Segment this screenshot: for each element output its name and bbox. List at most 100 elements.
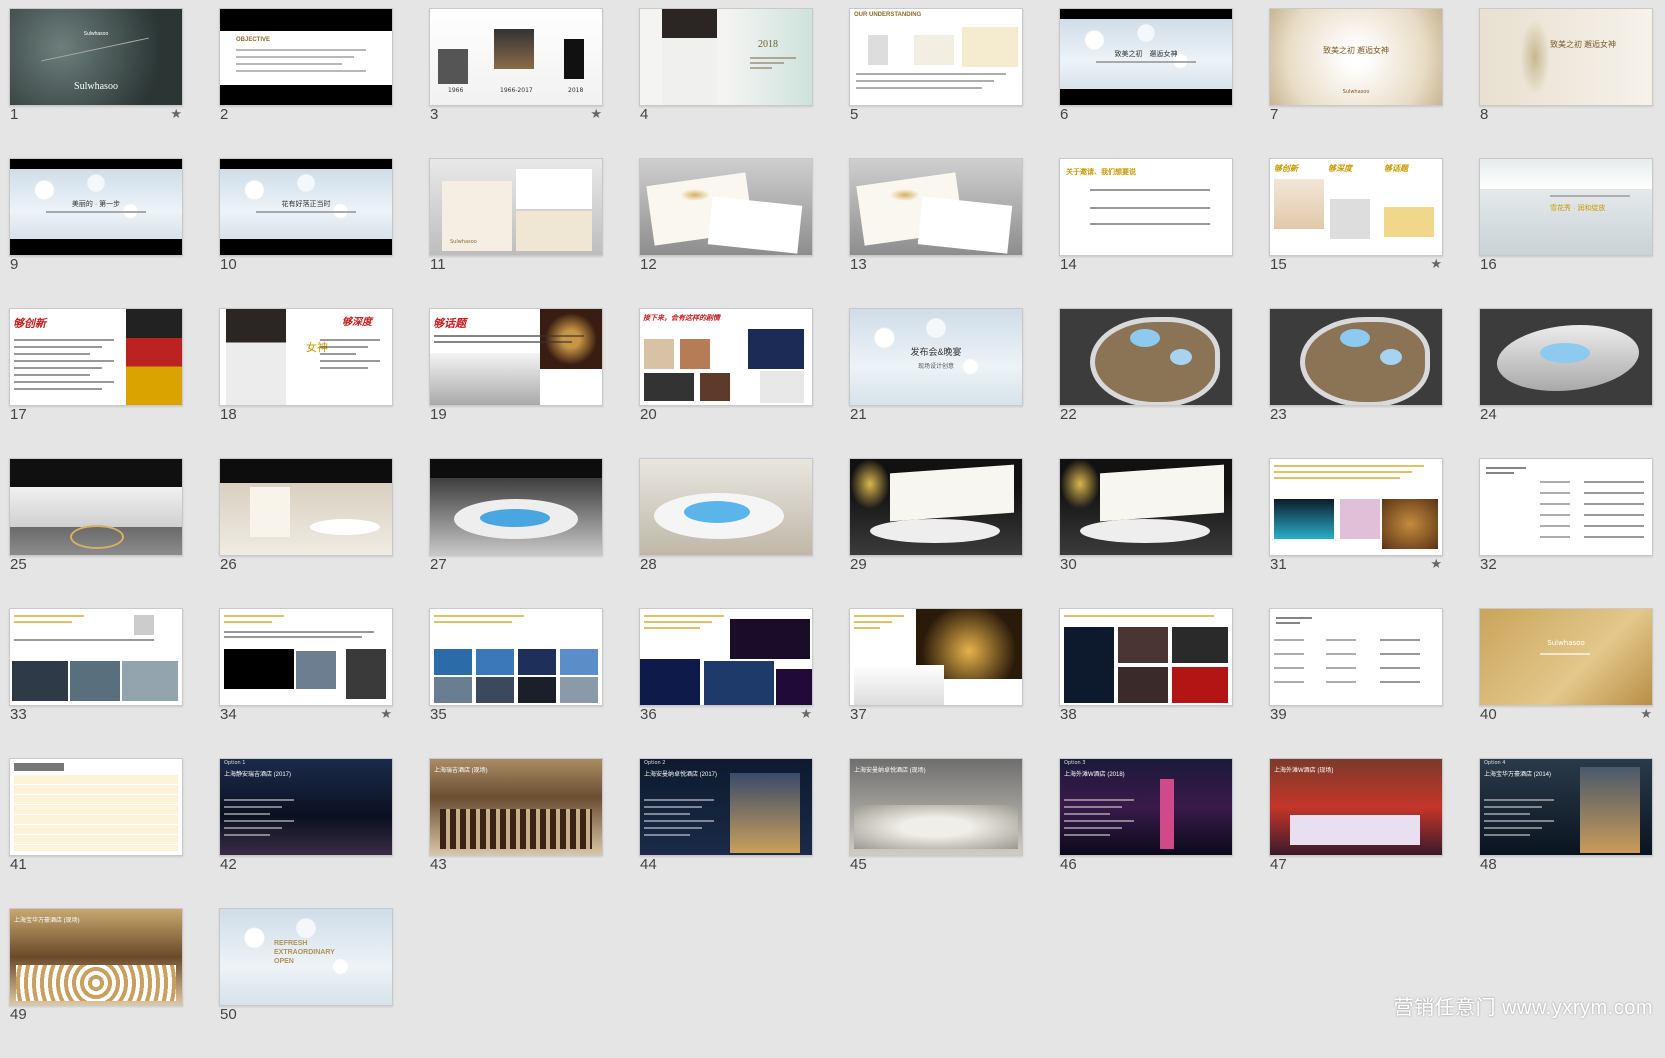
- slide-thumbnail[interactable]: [639, 608, 813, 706]
- slide-thumbnail[interactable]: [9, 758, 183, 856]
- slide-thumbnail[interactable]: [639, 158, 813, 256]
- slide-thumbnail[interactable]: [1059, 458, 1233, 556]
- slide-thumbnail[interactable]: [219, 608, 393, 706]
- slide-thumbnail[interactable]: [429, 458, 603, 556]
- slide-thumbnail-cell[interactable]: 上海安曼纳卓悦酒店 (现场) 45: [849, 758, 1023, 908]
- slide-thumbnail[interactable]: Option 4 上海宝华万豪酒店 (2014): [1479, 758, 1653, 856]
- slide-thumbnail-cell[interactable]: Option 2 上海安曼纳卓悦酒店 (2017) 44: [639, 758, 813, 908]
- slide-thumbnail-cell[interactable]: 31 ★: [1269, 458, 1443, 608]
- slide-thumbnail-cell[interactable]: 23: [1269, 308, 1443, 458]
- slide-thumbnail-cell[interactable]: REFRESH EXTRAORDINARY OPEN 50: [219, 908, 393, 1058]
- slide-thumbnail[interactable]: [849, 158, 1023, 256]
- slide-thumbnail[interactable]: 够深度 女神: [219, 308, 393, 406]
- slide-thumbnail-cell[interactable]: Option 3 上海外滩W酒店 (2018) 46: [1059, 758, 1233, 908]
- slide-thumbnail-cell[interactable]: 28: [639, 458, 813, 608]
- slide-thumbnail[interactable]: Option 1 上海静安瑞吉酒店 (2017): [219, 758, 393, 856]
- slide-thumbnail[interactable]: 雪花秀 · 润和绽放: [1479, 158, 1653, 256]
- slide-thumbnail-cell[interactable]: 39: [1269, 608, 1443, 758]
- slide-thumbnail[interactable]: 接下来，会有这样的剧情: [639, 308, 813, 406]
- slide-thumbnail[interactable]: 够话题: [429, 308, 603, 406]
- slide-thumbnail-cell[interactable]: 致美之初 邂逅女神 8: [1479, 8, 1653, 158]
- slide-thumbnail[interactable]: 上海宝华万豪酒店 (现场): [9, 908, 183, 1006]
- slide-thumbnail-cell[interactable]: 32: [1479, 458, 1653, 608]
- slide-thumbnail[interactable]: [849, 608, 1023, 706]
- slide-thumbnail[interactable]: Option 3 上海外滩W酒店 (2018): [1059, 758, 1233, 856]
- slide-thumbnail-cell[interactable]: OBJECTIVE 2: [219, 8, 393, 158]
- slide-thumbnail-cell[interactable]: 26: [219, 458, 393, 608]
- slide-thumbnail[interactable]: OBJECTIVE: [219, 8, 393, 106]
- slide-thumbnail-cell[interactable]: Sulwhasoo 40 ★: [1479, 608, 1653, 758]
- slide-thumbnail-cell[interactable]: 1966 1966-2017 2018 3 ★: [429, 8, 603, 158]
- slide-thumbnail[interactable]: 花有好落正当时: [219, 158, 393, 256]
- slide-thumbnail[interactable]: 2018: [639, 8, 813, 106]
- slide-thumbnail-cell[interactable]: 接下来，会有这样的剧情 20: [639, 308, 813, 458]
- slide-thumbnail[interactable]: [639, 458, 813, 556]
- slide-thumbnail[interactable]: 上海外滩W酒店 (现场): [1269, 758, 1443, 856]
- slide-thumbnail-cell[interactable]: 够创新 17: [9, 308, 183, 458]
- slide-thumbnail[interactable]: 够创新 够深度 够话题: [1269, 158, 1443, 256]
- slide-thumbnail-cell[interactable]: 花有好落正当时 10: [219, 158, 393, 308]
- slide-thumbnail[interactable]: 关于邀请、我们想要说: [1059, 158, 1233, 256]
- slide-thumbnail[interactable]: 致美之初 邂逅女神: [1059, 8, 1233, 106]
- slide-thumbnail[interactable]: Sulwhasoo: [429, 158, 603, 256]
- slide-thumbnail[interactable]: OUR UNDERSTANDING: [849, 8, 1023, 106]
- slide-thumbnail-cell[interactable]: 上海瑞吉酒店 (现场) 43: [429, 758, 603, 908]
- slide-thumbnail[interactable]: [1059, 608, 1233, 706]
- slide-thumbnail[interactable]: [1269, 608, 1443, 706]
- slide-thumbnail-cell[interactable]: 够深度 女神 18: [219, 308, 393, 458]
- slide-thumbnail-cell[interactable]: 35: [429, 608, 603, 758]
- slide-thumbnail-cell[interactable]: Option 4 上海宝华万豪酒店 (2014) 48: [1479, 758, 1653, 908]
- slide-thumbnail[interactable]: [849, 458, 1023, 556]
- slide-thumbnail-cell[interactable]: 25: [9, 458, 183, 608]
- slide-thumbnail[interactable]: REFRESH EXTRAORDINARY OPEN: [219, 908, 393, 1006]
- slide-thumbnail[interactable]: 致美之初 邂逅女神: [1479, 8, 1653, 106]
- slide-thumbnail-cell[interactable]: 致美之初 邂逅女神 Sulwhasoo 7: [1269, 8, 1443, 158]
- slide-thumbnail-cell[interactable]: Sulwhasoo Sulwhasoo 1 ★: [9, 8, 183, 158]
- slide-thumbnail-cell[interactable]: 27: [429, 458, 603, 608]
- slide-thumbnail[interactable]: [9, 608, 183, 706]
- slide-thumbnail-cell[interactable]: 雪花秀 · 润和绽放 16: [1479, 158, 1653, 308]
- slide-thumbnail-cell[interactable]: 37: [849, 608, 1023, 758]
- slide-thumbnail-cell[interactable]: 34 ★: [219, 608, 393, 758]
- slide-thumbnail[interactable]: 致美之初 邂逅女神 Sulwhasoo: [1269, 8, 1443, 106]
- slide-thumbnail[interactable]: 上海瑞吉酒店 (现场): [429, 758, 603, 856]
- slide-thumbnail[interactable]: Sulwhasoo: [1479, 608, 1653, 706]
- slide-thumbnail[interactable]: [1269, 458, 1443, 556]
- slide-thumbnail[interactable]: 美丽的 · 第一步: [9, 158, 183, 256]
- slide-thumbnail-cell[interactable]: 致美之初 邂逅女神 6: [1059, 8, 1233, 158]
- slide-thumbnail-cell[interactable]: 上海宝华万豪酒店 (现场) 49: [9, 908, 183, 1058]
- slide-thumbnail-cell[interactable]: 发布会&晚宴 现场设计创意 21: [849, 308, 1023, 458]
- slide-thumbnail-cell[interactable]: 22: [1059, 308, 1233, 458]
- slide-thumbnail-cell[interactable]: Sulwhasoo 11: [429, 158, 603, 308]
- slide-thumbnail-cell[interactable]: 30: [1059, 458, 1233, 608]
- slide-thumbnail-cell[interactable]: 够创新 够深度 够话题 15 ★: [1269, 158, 1443, 308]
- slide-thumbnail-cell[interactable]: 36 ★: [639, 608, 813, 758]
- slide-thumbnail-cell[interactable]: 美丽的 · 第一步 9: [9, 158, 183, 308]
- slide-thumbnail[interactable]: 上海安曼纳卓悦酒店 (现场): [849, 758, 1023, 856]
- slide-thumbnail-cell[interactable]: 关于邀请、我们想要说 14: [1059, 158, 1233, 308]
- slide-thumbnail-cell[interactable]: 41: [9, 758, 183, 908]
- slide-thumbnail-cell[interactable]: 38: [1059, 608, 1233, 758]
- slide-thumbnail-cell[interactable]: 24: [1479, 308, 1653, 458]
- slide-thumbnail[interactable]: Sulwhasoo Sulwhasoo: [9, 8, 183, 106]
- slide-thumbnail[interactable]: [1269, 308, 1443, 406]
- slide-thumbnail-cell[interactable]: 13: [849, 158, 1023, 308]
- slide-thumbnail[interactable]: 发布会&晚宴 现场设计创意: [849, 308, 1023, 406]
- slide-thumbnail[interactable]: [9, 458, 183, 556]
- slide-thumbnail-cell[interactable]: 2018 4: [639, 8, 813, 158]
- slide-thumbnail[interactable]: [1479, 458, 1653, 556]
- slide-thumbnail[interactable]: [219, 458, 393, 556]
- slide-thumbnail[interactable]: 够创新: [9, 308, 183, 406]
- slide-thumbnail[interactable]: 1966 1966-2017 2018: [429, 8, 603, 106]
- slide-thumbnail-cell[interactable]: 够话题 19: [429, 308, 603, 458]
- slide-thumbnail-cell[interactable]: 12: [639, 158, 813, 308]
- slide-thumbnail[interactable]: Option 2 上海安曼纳卓悦酒店 (2017): [639, 758, 813, 856]
- slide-thumbnail-cell[interactable]: 33: [9, 608, 183, 758]
- slide-thumbnail-cell[interactable]: Option 1 上海静安瑞吉酒店 (2017) 42: [219, 758, 393, 908]
- slide-thumbnail-cell[interactable]: OUR UNDERSTANDING 5: [849, 8, 1023, 158]
- slide-thumbnail[interactable]: [1059, 308, 1233, 406]
- slide-thumbnail[interactable]: [1479, 308, 1653, 406]
- slide-thumbnail[interactable]: [429, 608, 603, 706]
- slide-thumbnail-cell[interactable]: 29: [849, 458, 1023, 608]
- slide-thumbnail-cell[interactable]: 上海外滩W酒店 (现场) 47: [1269, 758, 1443, 908]
